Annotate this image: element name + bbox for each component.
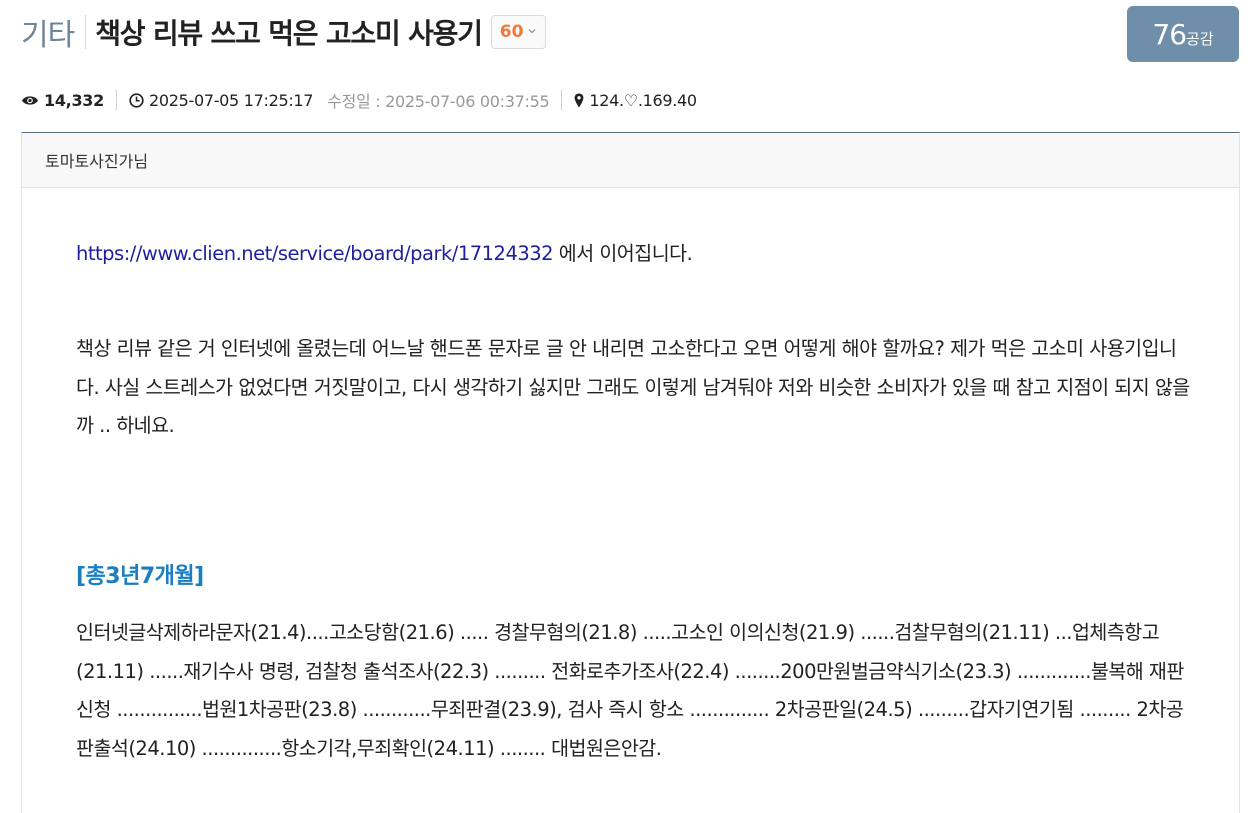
post-category[interactable]: 기타 <box>21 10 75 54</box>
post-title: 책상 리뷰 쓰고 먹은 고소미 사용기 <box>95 17 483 50</box>
eye-icon <box>21 94 39 107</box>
post-link[interactable]: https://www.clien.net/service/board/park… <box>76 242 554 265</box>
link-suffix: 에서 이어집니다. <box>553 242 693 265</box>
author-nickname[interactable]: 토마토사진가님 <box>45 148 148 172</box>
map-marker-icon <box>574 93 584 108</box>
view-count: 14,332 <box>44 90 104 110</box>
meta-divider <box>561 90 563 110</box>
link-paragraph: https://www.clien.net/service/board/park… <box>76 237 693 266</box>
symph-count: 76 <box>1152 17 1187 51</box>
section-heading: [총3년7개월] <box>76 564 204 589</box>
reply-count: 60 <box>499 22 524 42</box>
title-divider <box>85 15 87 49</box>
symph-label: 공감 <box>1186 29 1214 48</box>
symph-button[interactable]: 76 공감 <box>1127 6 1239 62</box>
author-bar: 토마토사진가님 <box>22 133 1239 188</box>
post-meta: 14,332 2025-07-05 17:25:17 수정일 : 2025-07… <box>21 88 697 112</box>
timeline-paragraph: 인터넷글삭제하라문자(21.4)....고소당함(21.6) ..... 경찰무… <box>76 621 1184 760</box>
post-title-row: 기타 책상 리뷰 쓰고 먹은 고소미 사용기 60 <box>21 8 547 56</box>
clock-icon <box>129 92 144 108</box>
author-ip: 124.♡.169.40 <box>589 90 697 110</box>
reply-count-button[interactable]: 60 <box>490 15 547 49</box>
post-content-box: 토마토사진가님 https://www.clien.net/service/bo… <box>21 132 1240 813</box>
modified-date: 수정일 : 2025-07-06 00:37:55 <box>327 92 550 111</box>
intro-paragraph: 책상 리뷰 같은 거 인터넷에 올렸는데 어느날 핸드폰 문자로 글 안 내리면… <box>76 337 1190 437</box>
meta-divider <box>115 90 117 110</box>
post-date: 2025-07-05 17:25:17 <box>148 90 314 110</box>
chevron-down-icon <box>527 25 537 39</box>
